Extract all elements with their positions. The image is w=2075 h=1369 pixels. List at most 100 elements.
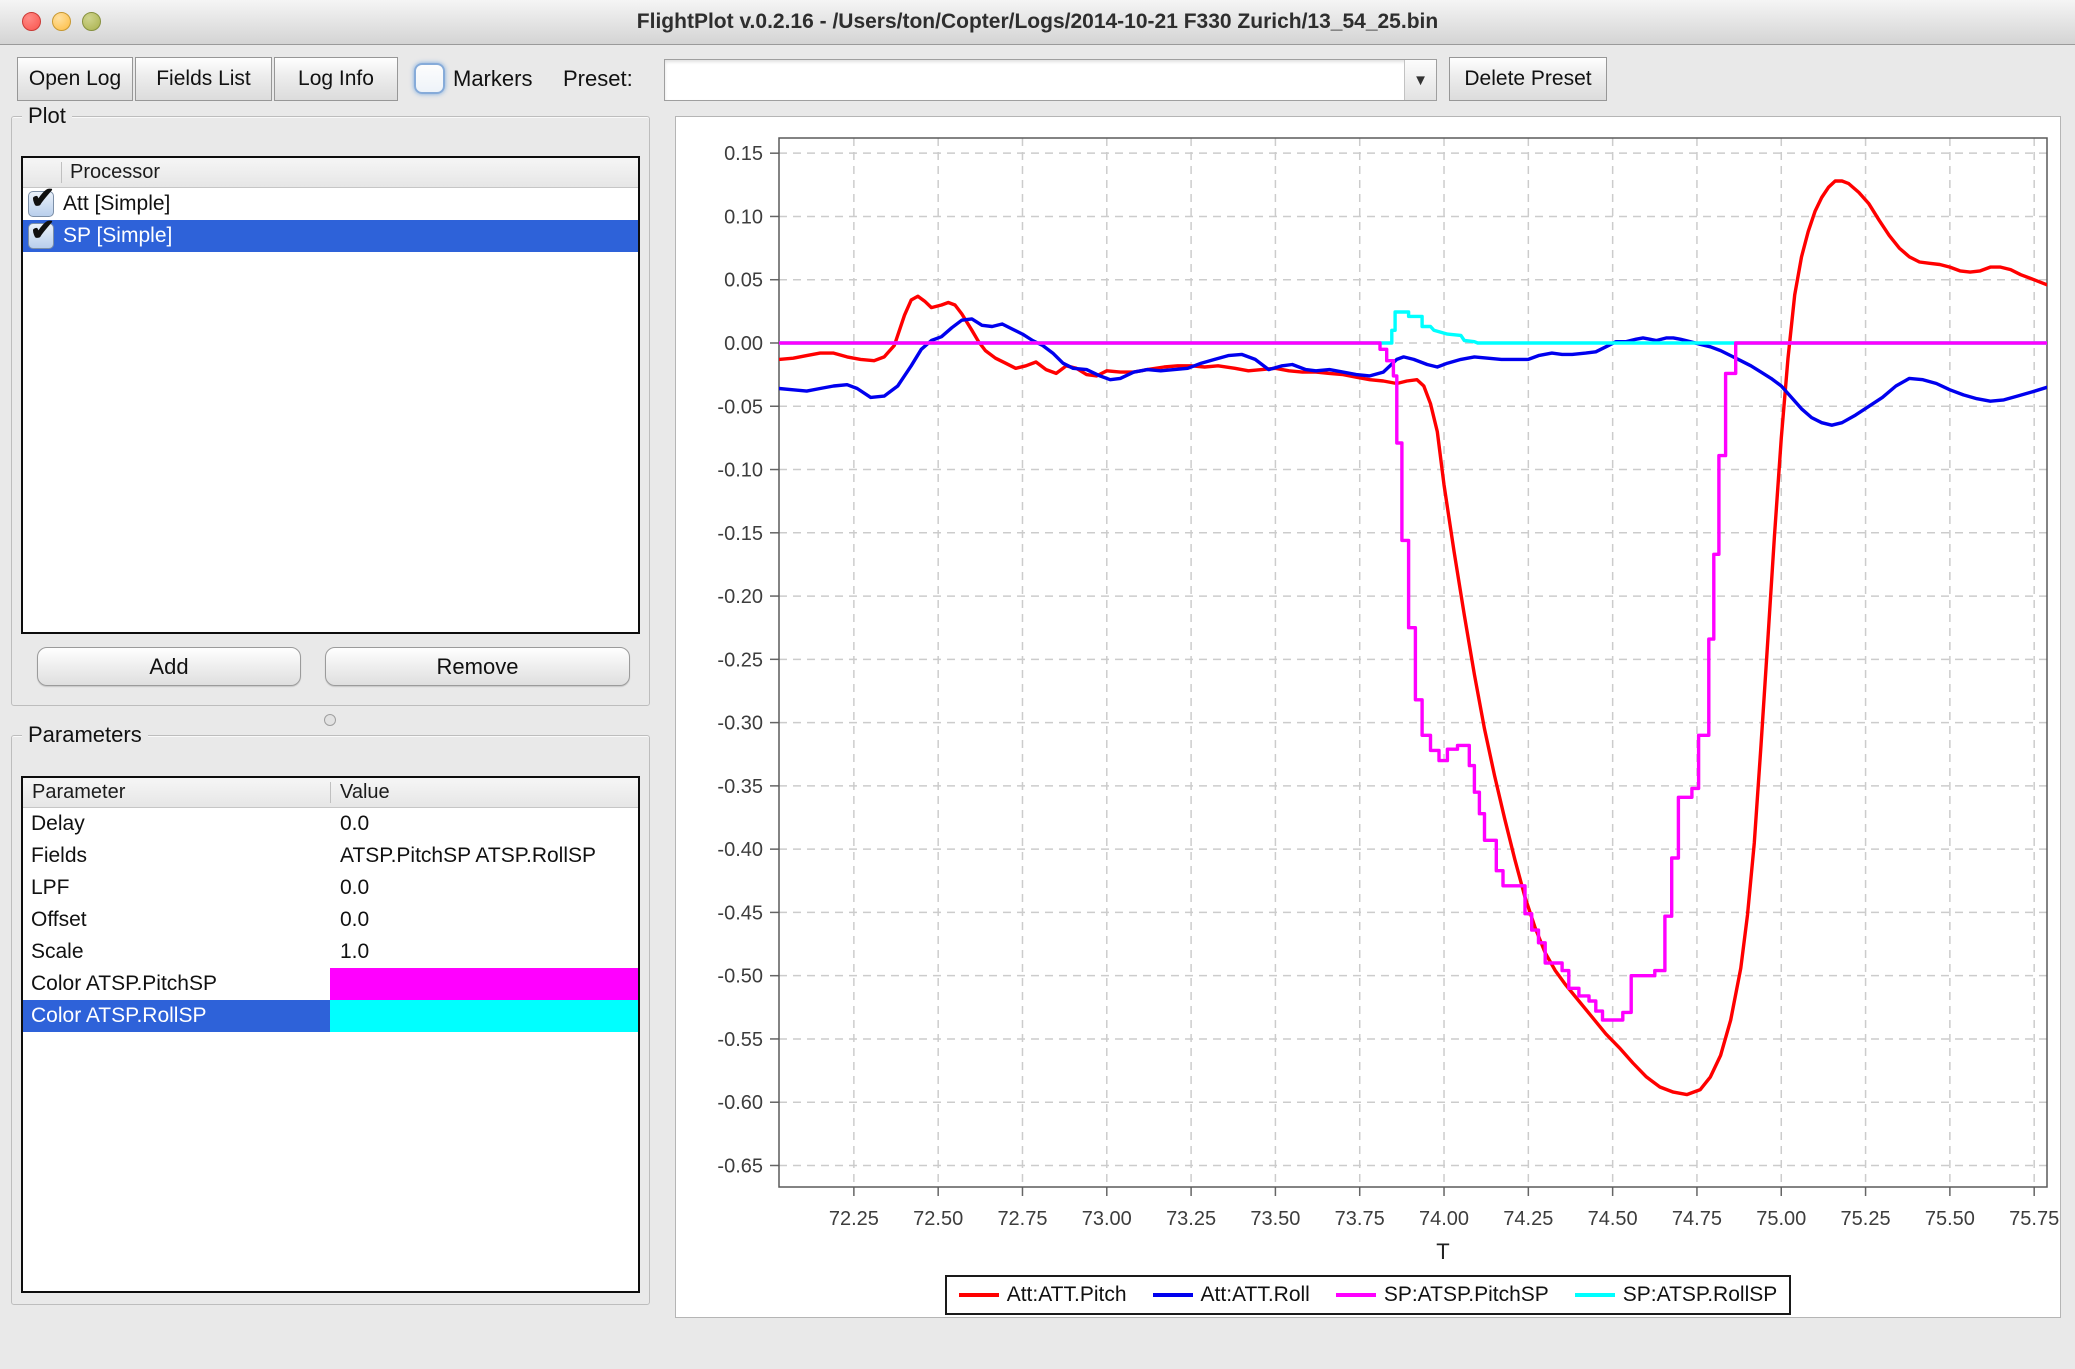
svg-text:-0.50: -0.50 xyxy=(717,966,763,988)
series-SP:ATSP.PitchSP xyxy=(779,341,2047,1022)
svg-text:75.00: 75.00 xyxy=(1756,1208,1806,1230)
param-name: Scale xyxy=(31,940,84,963)
legend-label: SP:ATSP.PitchSP xyxy=(1383,1283,1549,1306)
flight-chart[interactable]: 72.25 72.50 72.75 73.00 73.25 73.50 73.75 74.00… xyxy=(676,117,2060,1267)
preset-value[interactable] xyxy=(673,60,1400,100)
svg-text:-0.55: -0.55 xyxy=(717,1029,763,1051)
param-name: Color ATSP.PitchSP xyxy=(31,972,217,995)
series-Att:ATT.Roll xyxy=(779,317,2047,427)
fields-list-button[interactable]: Fields List xyxy=(135,57,272,101)
param-row-color-rollsp[interactable]: Color ATSP.RollSP xyxy=(23,1000,638,1032)
legend-line-icon xyxy=(1152,1293,1193,1297)
plot-group-title: Plot xyxy=(22,103,72,129)
legend-item: Att:ATT.Pitch xyxy=(958,1283,1127,1307)
svg-text:-0.20: -0.20 xyxy=(717,586,763,608)
param-row-color-pitchsp[interactable]: Color ATSP.PitchSP xyxy=(23,968,638,1000)
param-value[interactable]: 0.0 xyxy=(330,904,638,936)
svg-text:72.50: 72.50 xyxy=(913,1208,963,1230)
add-button[interactable]: Add xyxy=(37,647,301,686)
svg-text:74.00: 74.00 xyxy=(1419,1208,1469,1230)
param-row-scale[interactable]: Scale 1.0 xyxy=(23,936,638,968)
param-name: Color ATSP.RollSP xyxy=(23,1000,330,1032)
title-bar: FlightPlot v.0.2.16 - /Users/ton/Copter/… xyxy=(0,0,2075,45)
log-info-button[interactable]: Log Info xyxy=(274,57,398,101)
svg-text:-0.35: -0.35 xyxy=(717,776,763,798)
plot-row-label: SP [Simple] xyxy=(63,224,173,247)
plot-group: Plot Processor ✔ Att [Simple] ✔ SP [Simp… xyxy=(11,103,650,706)
toolbar: Open Log Fields List Log Info Markers Pr… xyxy=(0,45,2075,113)
param-value[interactable]: 1.0 xyxy=(330,936,638,968)
svg-text:-0.25: -0.25 xyxy=(717,649,763,671)
legend-label: SP:ATSP.RollSP xyxy=(1622,1283,1778,1306)
svg-text:73.50: 73.50 xyxy=(1250,1208,1300,1230)
param-value[interactable]: ATSP.PitchSP ATSP.RollSP xyxy=(330,840,638,872)
parameters-group: Parameters Parameter Value Delay 0.0 Fie… xyxy=(11,722,650,1305)
svg-text:74.50: 74.50 xyxy=(1588,1208,1638,1230)
parameters-group-title: Parameters xyxy=(22,722,148,748)
param-row-delay[interactable]: Delay 0.0 xyxy=(23,808,638,840)
legend-label: Att:ATT.Roll xyxy=(1200,1283,1310,1306)
param-name: Fields xyxy=(31,844,88,867)
svg-text:-0.60: -0.60 xyxy=(717,1092,763,1114)
parameters-table: Parameter Value Delay 0.0 Fields ATSP.Pi… xyxy=(21,776,640,1293)
color-swatch-rollsp[interactable] xyxy=(330,1000,638,1032)
svg-text:0.10: 0.10 xyxy=(724,206,763,228)
svg-text:-0.45: -0.45 xyxy=(717,902,763,924)
param-name: Delay xyxy=(31,812,85,835)
svg-text:-0.40: -0.40 xyxy=(717,839,763,861)
preset-dropdown-button[interactable]: ▼ xyxy=(1404,60,1436,100)
svg-text:75.25: 75.25 xyxy=(1841,1208,1891,1230)
svg-text:-0.05: -0.05 xyxy=(717,396,763,418)
svg-text:73.75: 73.75 xyxy=(1335,1208,1385,1230)
splitter-handle[interactable] xyxy=(324,714,336,726)
delete-preset-button[interactable]: Delete Preset xyxy=(1449,57,1607,101)
svg-text:72.25: 72.25 xyxy=(829,1208,879,1230)
sp-checkbox[interactable]: ✔ xyxy=(28,215,55,249)
plot-row-sp[interactable]: ✔ SP [Simple] xyxy=(23,215,638,252)
legend-item: SP:ATSP.RollSP xyxy=(1574,1283,1778,1307)
legend-item: SP:ATSP.PitchSP xyxy=(1335,1283,1549,1307)
markers-label: Markers xyxy=(453,66,533,91)
svg-text:-0.65: -0.65 xyxy=(717,1155,763,1177)
chevron-down-icon: ▼ xyxy=(1413,71,1428,89)
param-value[interactable]: 0.0 xyxy=(330,872,638,904)
chart-legend: Att:ATT.Pitch Att:ATT.Roll SP:ATSP.PitchSP… xyxy=(676,1275,2060,1315)
legend-item: Att:ATT.Roll xyxy=(1152,1283,1310,1307)
svg-text:0.15: 0.15 xyxy=(724,143,763,165)
svg-text:75.50: 75.50 xyxy=(1925,1208,1975,1230)
param-row-lpf[interactable]: LPF 0.0 xyxy=(23,872,638,904)
svg-text:72.75: 72.75 xyxy=(997,1208,1047,1230)
svg-text:-0.10: -0.10 xyxy=(717,460,763,482)
parameters-table-header: Parameter Value xyxy=(23,778,638,808)
legend-line-icon xyxy=(958,1293,999,1297)
chart-panel: 72.25 72.50 72.75 73.00 73.25 73.50 73.75 74.00… xyxy=(675,116,2061,1318)
legend-line-icon xyxy=(1335,1293,1376,1297)
svg-text:0.00: 0.00 xyxy=(724,333,763,355)
svg-text:73.25: 73.25 xyxy=(1166,1208,1216,1230)
svg-text:73.00: 73.00 xyxy=(1082,1208,1132,1230)
legend-line-icon xyxy=(1574,1293,1615,1297)
svg-text:74.25: 74.25 xyxy=(1503,1208,1553,1230)
color-swatch-pitchsp[interactable] xyxy=(330,968,638,1000)
markers-checkbox[interactable] xyxy=(414,63,445,94)
legend-label: Att:ATT.Pitch xyxy=(1006,1283,1127,1306)
svg-text:-0.30: -0.30 xyxy=(717,713,763,735)
processor-column-header: Processor xyxy=(70,161,161,183)
preset-label: Preset: xyxy=(563,66,633,91)
value-column-header: Value xyxy=(340,781,390,803)
svg-text:0.05: 0.05 xyxy=(724,270,763,292)
param-name: Offset xyxy=(31,908,87,931)
svg-text:75.75: 75.75 xyxy=(2009,1208,2059,1230)
param-row-offset[interactable]: Offset 0.0 xyxy=(23,904,638,936)
plot-row-label: Att [Simple] xyxy=(63,192,171,215)
plot-row-att[interactable]: ✔ Att [Simple] xyxy=(23,183,638,220)
param-name: LPF xyxy=(31,876,70,899)
flightplot-window: { "window": { "title": "FlightPlot v.0.2… xyxy=(0,0,2075,1369)
param-value[interactable]: 0.0 xyxy=(330,808,638,840)
param-row-fields[interactable]: Fields ATSP.PitchSP ATSP.RollSP xyxy=(23,840,638,872)
open-log-button[interactable]: Open Log xyxy=(17,57,133,101)
svg-text:74.75: 74.75 xyxy=(1672,1208,1722,1230)
x-axis-label: T xyxy=(1436,1239,1449,1264)
remove-button[interactable]: Remove xyxy=(325,647,630,686)
preset-combobox[interactable]: ▼ xyxy=(664,59,1437,101)
